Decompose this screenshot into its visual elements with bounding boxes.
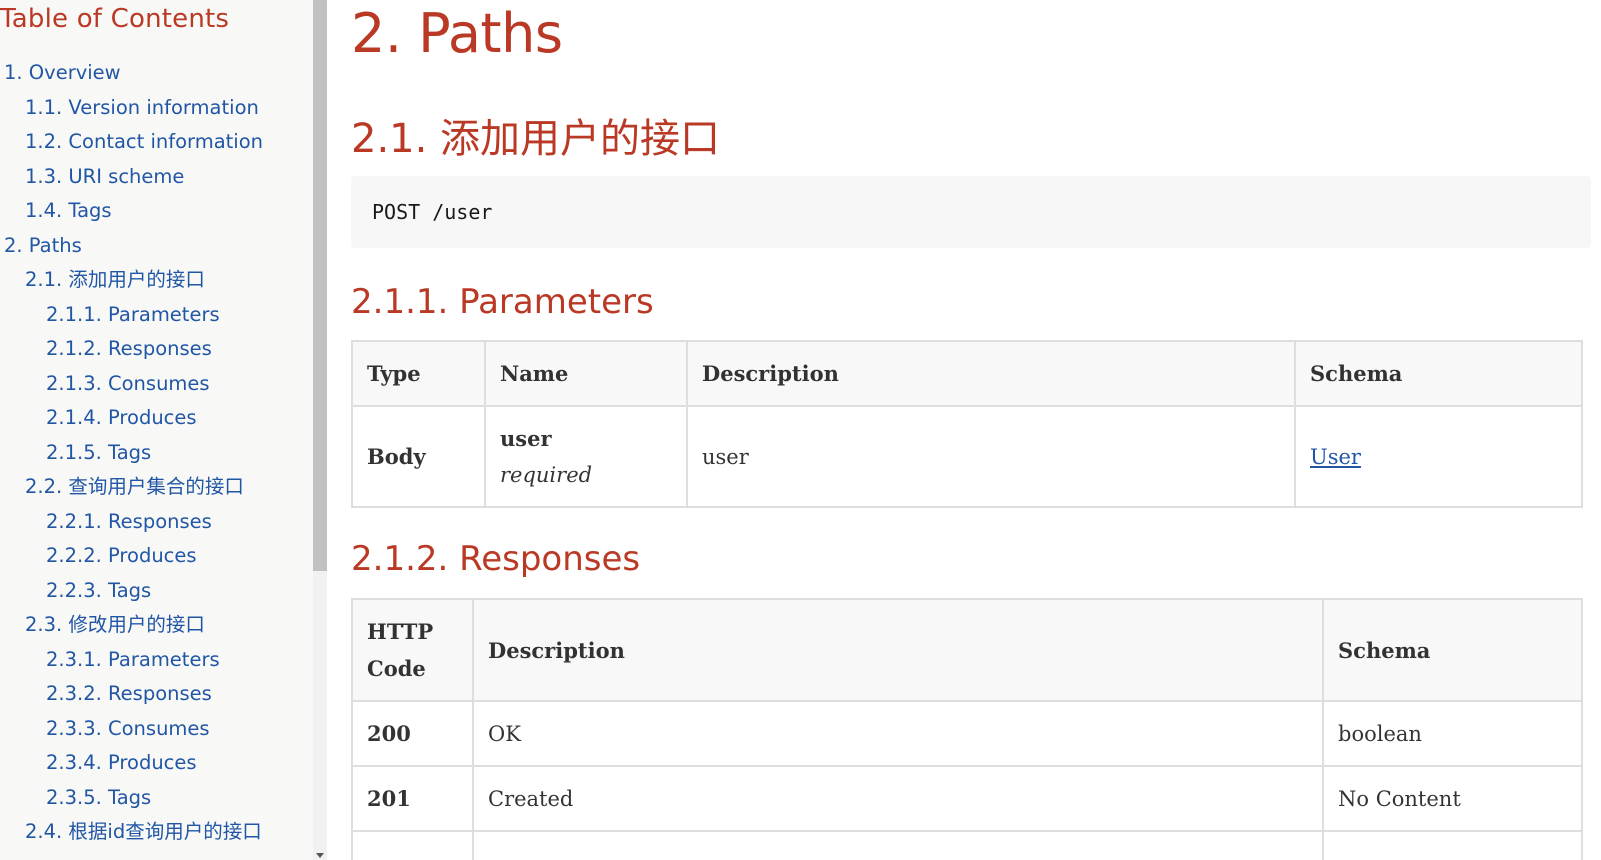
toc-item: 2.2.2. Produces	[0, 539, 263, 574]
toc-item: 2.3.1. Parameters	[0, 643, 263, 678]
toc-item: 2.4. 根据id查询用户的接口	[0, 815, 263, 850]
response-code: 201	[351, 765, 474, 832]
section-title-paths: 2. Paths	[351, 2, 563, 65]
toc-scrollbar[interactable]	[313, 0, 327, 860]
table-cell-empty	[472, 830, 1324, 860]
scroll-down-arrow-icon[interactable]	[316, 853, 324, 858]
main-content: 2. Paths 2.1. 添加用户的接口 POST /user 2.1.1. …	[351, 0, 1601, 860]
response-code: 200	[351, 700, 474, 767]
column-header-http-code-label: HTTP Code	[367, 619, 434, 681]
toc-link[interactable]: 1.1. Version information	[25, 96, 259, 119]
column-header-http-code: HTTP Code	[351, 598, 474, 702]
table-cell-empty	[351, 830, 474, 860]
param-name: user	[500, 425, 552, 451]
toc-item: 2.1.2. Responses	[0, 332, 263, 367]
toc-link[interactable]: 2.1.3. Consumes	[46, 372, 210, 395]
responses-heading: 2.1.2. Responses	[351, 539, 641, 579]
toc-link[interactable]: 2.2.3. Tags	[46, 579, 151, 602]
toc-item: 2.3.4. Produces	[0, 746, 263, 781]
toc-link[interactable]: 1. Overview	[4, 61, 121, 84]
toc-link[interactable]: 2.1.5. Tags	[46, 441, 151, 464]
toc-item: 2.1. 添加用户的接口	[0, 263, 263, 298]
toc-link[interactable]: 2.3.2. Responses	[46, 682, 212, 705]
toc-item: 2.3.5. Tags	[0, 781, 263, 816]
column-header-description: Description	[472, 598, 1324, 702]
toc-link[interactable]: 2.2.1. Responses	[46, 510, 212, 533]
toc-item: 2.1.4. Produces	[0, 401, 263, 436]
schema-link-user[interactable]: User	[1310, 445, 1361, 469]
toc-link[interactable]: 2.2. 查询用户集合的接口	[25, 475, 244, 498]
toc-scrollbar-thumb[interactable]	[313, 0, 327, 571]
toc-item: 1.1. Version information	[0, 91, 263, 126]
table-of-contents-sidebar: Table of Contents 1. Overview 1.1. Versio…	[0, 0, 313, 860]
toc-link[interactable]: 1.2. Contact information	[25, 130, 263, 153]
toc-link[interactable]: 2.4. 根据id查询用户的接口	[25, 820, 262, 843]
param-required-flag: required	[500, 462, 593, 487]
toc-link[interactable]: 2.3.5. Tags	[46, 786, 151, 809]
toc-link[interactable]: 2.3.4. Produces	[46, 751, 197, 774]
toc-link[interactable]: 2.1.2. Responses	[46, 337, 212, 360]
toc-item: 1.4. Tags	[0, 194, 263, 229]
toc-link[interactable]: 2.2.2. Produces	[46, 544, 197, 567]
toc-item: 2.2. 查询用户集合的接口	[0, 470, 263, 505]
toc-item: 2.1.5. Tags	[0, 436, 263, 471]
responses-table: HTTP Code Description Schema 200 OK bool…	[351, 598, 1583, 860]
toc-link[interactable]: 2.3. 修改用户的接口	[25, 613, 205, 636]
toc-link[interactable]: 2.1.4. Produces	[46, 406, 197, 429]
response-description: Created	[472, 765, 1324, 832]
column-header-type: Type	[351, 340, 486, 407]
table-header-row: HTTP Code Description Schema	[351, 598, 1583, 702]
column-header-schema: Schema	[1322, 598, 1583, 702]
parameters-table: Type Name Description Schema Body user r…	[351, 340, 1583, 508]
table-row: Body user required user User	[351, 405, 1583, 508]
toc-link[interactable]: 2.1.1. Parameters	[46, 303, 220, 326]
column-header-schema: Schema	[1294, 340, 1583, 407]
toc-item: 2.1.1. Parameters	[0, 298, 263, 333]
toc-link[interactable]: 2.1. 添加用户的接口	[25, 268, 205, 291]
table-row: 201 Created No Content	[351, 765, 1583, 832]
param-schema-cell: User	[1294, 405, 1583, 508]
response-schema: boolean	[1322, 700, 1583, 767]
toc-item: 2.3.3. Consumes	[0, 712, 263, 747]
column-header-name: Name	[484, 340, 688, 407]
table-row	[351, 830, 1583, 860]
table-row: 200 OK boolean	[351, 700, 1583, 767]
response-schema: No Content	[1322, 765, 1583, 832]
param-name-cell: user required	[484, 405, 688, 508]
toc-item: 2.2.3. Tags	[0, 574, 263, 609]
toc-link[interactable]: 2. Paths	[4, 234, 82, 257]
toc-link[interactable]: 2.3.3. Consumes	[46, 717, 210, 740]
toc-list: 1. Overview 1.1. Version information 1.2. …	[0, 56, 263, 850]
toc-link[interactable]: 1.4. Tags	[25, 199, 112, 222]
endpoint-code-block: POST /user	[351, 176, 1591, 248]
toc-item: 1. Overview	[0, 56, 263, 91]
toc-item: 2. Paths	[0, 229, 263, 264]
endpoint-path: POST /user	[372, 200, 493, 224]
toc-item: 1.2. Contact information	[0, 125, 263, 160]
table-cell-empty	[1322, 830, 1583, 860]
toc-item: 2.3. 修改用户的接口	[0, 608, 263, 643]
column-header-description: Description	[686, 340, 1296, 407]
table-header-row: Type Name Description Schema	[351, 340, 1583, 407]
param-description: user	[686, 405, 1296, 508]
response-description: OK	[472, 700, 1324, 767]
toc-item: 2.2.1. Responses	[0, 505, 263, 540]
toc-item: 2.1.3. Consumes	[0, 367, 263, 402]
parameters-heading: 2.1.1. Parameters	[351, 282, 654, 322]
toc-item: 2.3.2. Responses	[0, 677, 263, 712]
param-type: Body	[351, 405, 486, 508]
toc-item: 1.3. URI scheme	[0, 160, 263, 195]
endpoint-title: 2.1. 添加用户的接口	[351, 116, 721, 162]
toc-link[interactable]: 2.3.1. Parameters	[46, 648, 220, 671]
toc-link[interactable]: 1.3. URI scheme	[25, 165, 184, 188]
toc-title: Table of Contents	[0, 4, 230, 34]
